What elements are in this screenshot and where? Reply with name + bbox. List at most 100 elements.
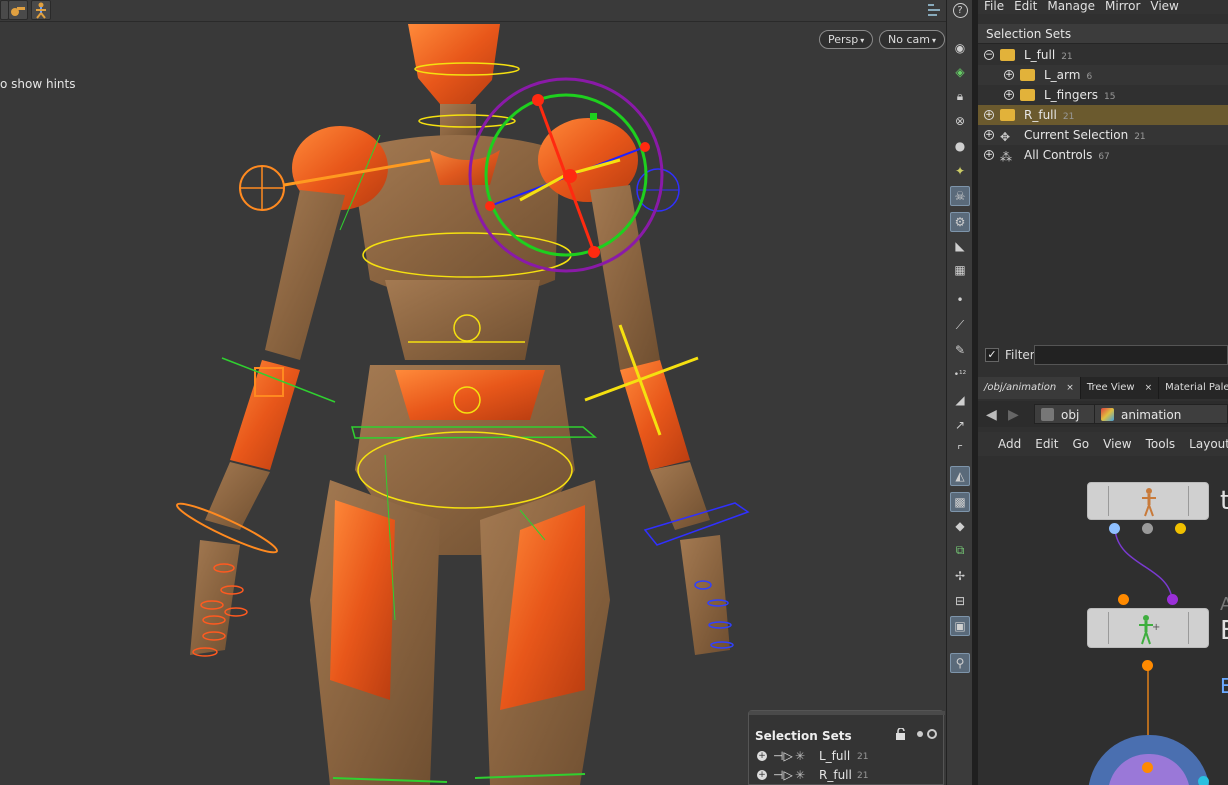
expand-icon[interactable]: + [757, 751, 767, 761]
paint-icon[interactable]: ◢ [950, 390, 970, 410]
input-port-cyan[interactable] [1198, 776, 1209, 785]
input-port-orange[interactable] [1118, 594, 1129, 605]
viewport-display-toolbar: ? ◉ ◈ 🔒︎ ⊗ ● ✦ ☠ ⚙ ◣ ▦ • ⟋ ✎ •¹² ◢ ↗ ⌜ ◭… [946, 0, 972, 785]
viewport-top-toolbar [0, 0, 946, 22]
tree-item-count: 67 [1098, 152, 1110, 162]
panel-drag-handle[interactable] [749, 711, 945, 715]
character-figure-icon [1142, 488, 1156, 517]
no-cam-menu[interactable]: No cam ▾ [879, 30, 945, 49]
light-icon[interactable]: ✦ [950, 161, 970, 181]
close-icon[interactable]: × [1145, 383, 1153, 393]
abdomen [385, 280, 540, 360]
persp-camera-menu[interactable]: Persp ▾ [819, 30, 874, 49]
tab-obj-animation[interactable]: /obj/animation × [978, 377, 1081, 399]
network-menu-view[interactable]: View [1103, 432, 1131, 456]
network-menu-edit[interactable]: Edit [1035, 432, 1058, 456]
panel-settings-icon[interactable] [915, 728, 939, 740]
network-menu-layout[interactable]: Layout [1189, 432, 1228, 456]
network-editor-canvas[interactable]: t + A E E [978, 456, 1228, 785]
frame-icon[interactable]: ⊟ [950, 591, 970, 611]
diamond-icon[interactable]: ◆ [950, 516, 970, 536]
scene-viewport[interactable]: Persp ▾ No cam ▾ o show hints Selection Se… [0, 0, 946, 785]
lock-icon[interactable]: 🔒︎ [950, 86, 970, 106]
filter-checkbox[interactable]: ✓ [985, 348, 999, 362]
axis-icon[interactable]: ✢ [950, 566, 970, 586]
edge-icon[interactable]: ⟋ [950, 315, 970, 335]
sphere-icon[interactable]: ● [950, 136, 970, 156]
expand-icon[interactable]: + [984, 110, 994, 120]
point-icon[interactable]: • [950, 290, 970, 310]
output-port-yellow[interactable] [1175, 523, 1186, 534]
ghost-icon[interactable]: ◈ [950, 62, 970, 82]
network-menu-add[interactable]: Add [998, 432, 1021, 456]
output-port-orange[interactable] [1142, 660, 1153, 671]
handle-tool-icon [11, 7, 25, 16]
menu-manage[interactable]: Manage [1047, 0, 1095, 14]
key-icon[interactable]: ⊣▷ [773, 747, 793, 765]
close-icon[interactable]: × [1066, 383, 1074, 393]
menu-edit[interactable]: Edit [1014, 0, 1037, 14]
character-node[interactable] [1087, 482, 1209, 520]
display-options-icon[interactable] [927, 2, 941, 18]
vector-icon[interactable]: ↗ [950, 415, 970, 435]
tree-item-label: Current Selection 21 [1024, 128, 1146, 142]
breadcrumb-animation[interactable]: animation [1094, 404, 1228, 424]
eye-icon[interactable]: ◉ [950, 38, 970, 58]
close-icon[interactable]: ⊗ [950, 111, 970, 131]
expand-icon[interactable]: + [757, 770, 767, 780]
output-port-blue[interactable] [1109, 523, 1120, 534]
back-arrow-icon[interactable]: ◀ [986, 407, 997, 423]
bone-deform-node[interactable]: + [1087, 608, 1209, 648]
corner-icon[interactable]: ⌜ [950, 440, 970, 460]
handle-tool-button[interactable] [8, 0, 28, 20]
tree-item-r-full[interactable]: + R_full 21 [978, 105, 1228, 125]
filter-input[interactable] [1034, 345, 1228, 365]
key-icon[interactable]: ⊣▷ [773, 766, 793, 784]
texture-icon[interactable]: ▩ [950, 492, 970, 512]
tree-item-l-fingers[interactable]: + L_fingers 15 [978, 85, 1228, 105]
menu-file[interactable]: File [984, 0, 1004, 14]
brush-icon[interactable]: ✎ [950, 340, 970, 360]
unlock-icon[interactable] [895, 727, 907, 740]
floating-set-row[interactable]: + ⊣▷ ✳ L_full 21 [749, 747, 945, 765]
tree-item-all-controls[interactable]: + ⁂ All Controls 67 [978, 145, 1228, 165]
output-port-grey[interactable] [1142, 523, 1153, 534]
bone-icon[interactable]: ⧉ [950, 540, 970, 560]
pose-tool-button[interactable] [31, 0, 51, 20]
tree-item-l-full[interactable]: − L_full 21 [978, 45, 1228, 65]
render-icon[interactable]: ▦ [950, 260, 970, 280]
pin-icon[interactable]: ⚲ [950, 653, 970, 673]
number-icon[interactable]: •¹² [950, 365, 970, 385]
network-menu-go[interactable]: Go [1072, 432, 1089, 456]
menu-mirror[interactable]: Mirror [1105, 0, 1140, 14]
input-port-purple[interactable] [1167, 594, 1178, 605]
filter-label: Filter [1005, 348, 1035, 362]
expand-icon[interactable]: + [984, 150, 994, 160]
breadcrumb-obj[interactable]: obj [1034, 404, 1096, 424]
floating-set-count: 21 [857, 752, 869, 762]
background-icon[interactable]: ▣ [950, 616, 970, 636]
select-controls-icon[interactable]: ✳ [795, 747, 805, 765]
character-rig-figure[interactable] [0, 0, 946, 785]
expand-icon[interactable]: + [1004, 90, 1014, 100]
input-port-orange[interactable] [1142, 762, 1153, 773]
tab-material-palette[interactable]: Material Palette [1159, 377, 1228, 399]
floating-selection-sets-panel[interactable]: Selection Sets + ⊣▷ ✳ L_full 21 + ⊣▷ ✳ R… [748, 710, 945, 785]
floating-set-row[interactable]: + ⊣▷ ✳ R_full 21 [749, 766, 945, 784]
tree-item-current-selection[interactable]: + ✥ Current Selection 21 [978, 125, 1228, 145]
camera-icon[interactable]: ◣ [950, 236, 970, 256]
expand-icon[interactable]: + [1004, 70, 1014, 80]
forward-arrow-icon[interactable]: ▶ [1008, 407, 1019, 423]
network-menu-tools[interactable]: Tools [1146, 432, 1176, 456]
select-controls-icon[interactable]: ✳ [795, 766, 805, 784]
help-icon[interactable]: ? [950, 0, 970, 20]
joint-icon[interactable]: ⚙ [950, 212, 970, 232]
tree-item-l-arm[interactable]: + L_arm 6 [978, 65, 1228, 85]
collapse-icon[interactable]: − [984, 50, 994, 60]
shading-icon[interactable]: ◭ [950, 466, 970, 486]
menu-view[interactable]: View [1150, 0, 1178, 14]
tab-tree-view[interactable]: Tree View × [1081, 377, 1160, 399]
expand-icon[interactable]: + [984, 130, 994, 140]
skeleton-icon[interactable]: ☠ [950, 186, 970, 206]
tree-item-count: 21 [1134, 132, 1146, 142]
